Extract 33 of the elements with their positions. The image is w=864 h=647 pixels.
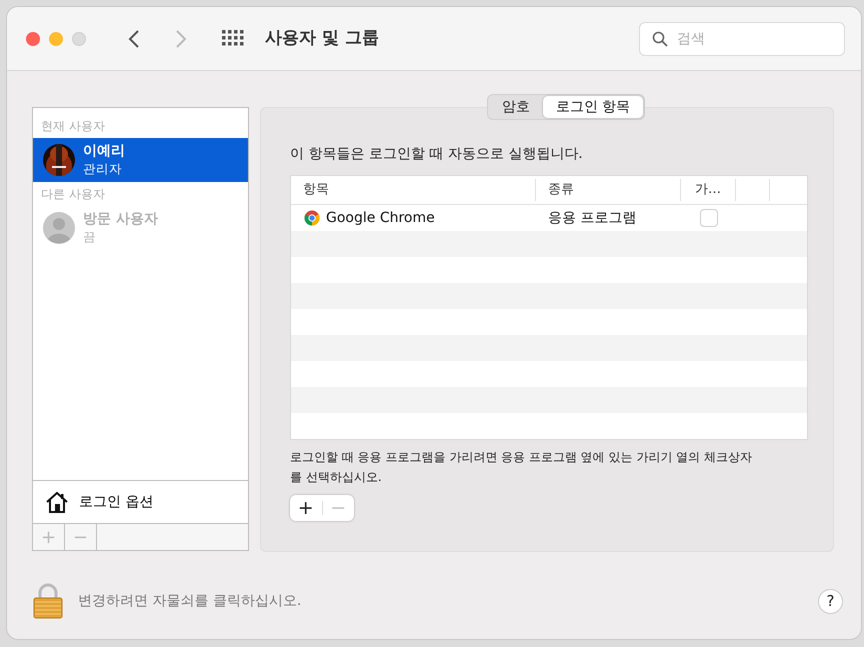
house-icon [45, 491, 69, 513]
lock-message: 변경하려면 자물쇠를 클릭하십시오. [78, 592, 302, 610]
add-item-button[interactable]: + [290, 495, 322, 521]
back-icon[interactable] [128, 28, 140, 48]
avatar-icon [43, 212, 75, 244]
login-options-label: 로그인 옵션 [79, 492, 154, 512]
user-item[interactable]: 이예리 관리자 [33, 138, 248, 182]
table-cell-text: 응용 프로그램 [547, 208, 638, 228]
user-role: 끔 [83, 228, 97, 245]
user-role: 관리자 [83, 160, 123, 177]
lock-icon[interactable] [33, 583, 63, 619]
search-field[interactable]: 검색 [639, 22, 845, 56]
chrome-icon [304, 210, 320, 226]
zoom-button[interactable] [72, 32, 86, 46]
help-button[interactable]: ? [818, 588, 843, 614]
tab[interactable]: 암호 [488, 96, 543, 118]
column-header[interactable]: 종류 [536, 179, 681, 201]
search-icon [652, 30, 668, 46]
section-heading: 다른 사용자 [40, 186, 106, 203]
column-header[interactable]: 가… [681, 179, 736, 201]
close-button[interactable] [26, 32, 40, 46]
column-header[interactable]: 항목 [291, 179, 536, 201]
hide-checkbox[interactable] [700, 209, 718, 227]
window-title: 사용자 및 그룹 [265, 26, 379, 50]
section-heading: 현재 사용자 [40, 118, 106, 135]
tab[interactable]: 로그인 항목 [542, 96, 644, 118]
grid-icon[interactable] [222, 30, 245, 47]
description-text: 이 항목들은 로그인할 때 자동으로 실행됩니다. [290, 145, 584, 164]
table-cell-text: Google Chrome [326, 208, 435, 228]
minimize-button[interactable] [49, 32, 63, 46]
user-name: 방문 사용자 [83, 211, 158, 228]
user-name: 이예리 [83, 143, 125, 160]
instruction-text: 로그인할 때 응용 프로그램을 가리려면 응용 프로그램 옆에 있는 가리기 열의 체크상자를 선택하십시오. [290, 449, 753, 486]
